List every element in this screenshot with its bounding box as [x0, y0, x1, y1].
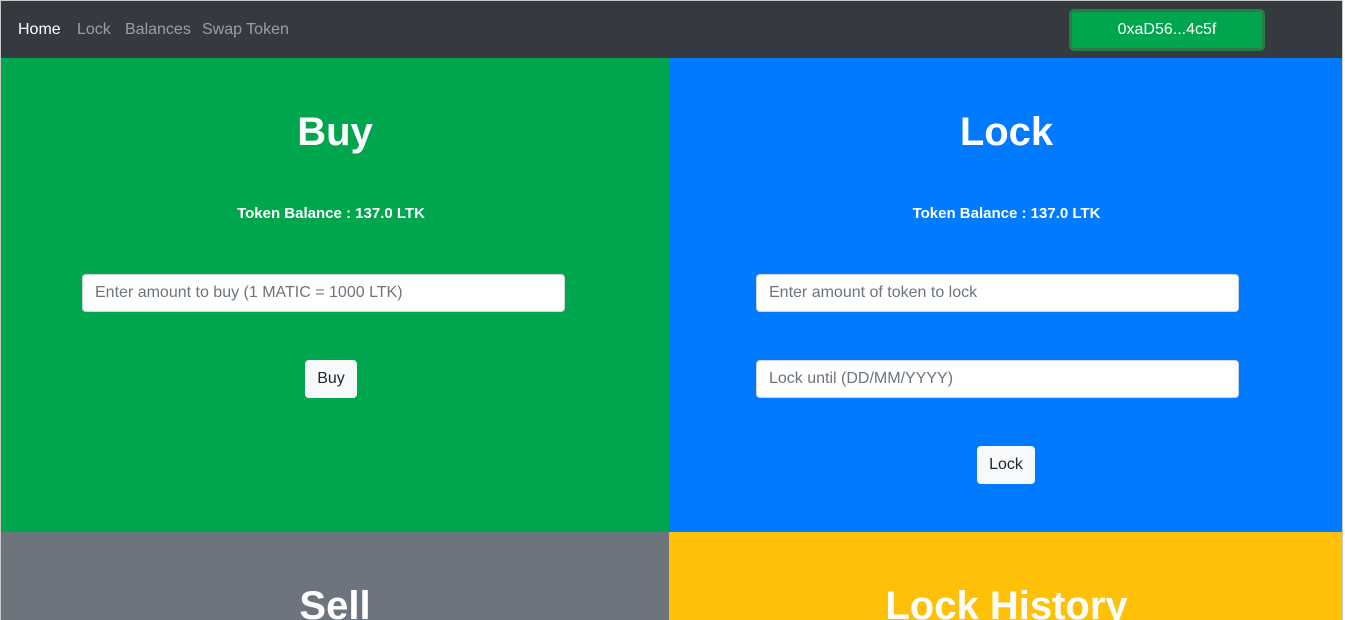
nav-link-home[interactable]: Home	[18, 20, 61, 40]
buy-title: Buy	[297, 110, 373, 154]
buy-panel: Buy Token Balance : 137.0 LTK Buy	[1, 58, 669, 532]
top-navbar: Home Lock Balances Swap Token 0xaD56...4…	[1, 1, 1342, 58]
lock-history-panel: Lock History	[669, 532, 1342, 620]
nav-link-lock[interactable]: Lock	[77, 20, 111, 40]
lock-amount-input[interactable]	[756, 274, 1239, 312]
buy-token-balance: Token Balance : 137.0 LTK	[237, 205, 425, 222]
wallet-address-button[interactable]: 0xaD56...4c5f	[1069, 9, 1265, 51]
buy-amount-input[interactable]	[82, 274, 565, 312]
lock-button[interactable]: Lock	[977, 446, 1035, 484]
buy-button[interactable]: Buy	[305, 360, 357, 398]
nav-link-balances[interactable]: Balances	[125, 20, 191, 40]
sell-title: Sell	[299, 584, 371, 620]
sell-panel: Sell	[1, 532, 669, 620]
lock-panel: Lock Token Balance : 137.0 LTK Lock	[669, 58, 1342, 532]
lock-title: Lock	[959, 110, 1054, 154]
app-window: Home Lock Balances Swap Token 0xaD56...4…	[0, 0, 1343, 620]
lock-until-date-input[interactable]	[756, 360, 1239, 398]
nav-link-swap-token[interactable]: Swap Token	[202, 20, 289, 40]
lock-token-balance: Token Balance : 137.0 LTK	[912, 205, 1101, 222]
lock-history-title: Lock History	[885, 584, 1128, 620]
